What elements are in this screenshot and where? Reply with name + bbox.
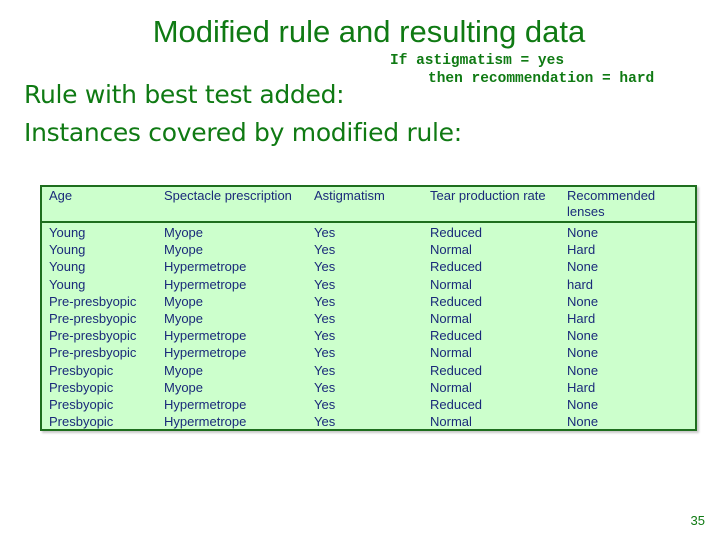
- cell-astigmatism: Yes: [314, 379, 336, 395]
- cell-age: Young: [49, 276, 86, 292]
- instances-table-container: Age Spectacle prescription Astigmatism T…: [40, 185, 697, 431]
- cell-tear-production-rate: Reduced: [430, 293, 483, 309]
- cell-astigmatism: Yes: [314, 259, 336, 275]
- cell-tear-production-rate: Normal: [430, 414, 472, 430]
- cell-astigmatism: Yes: [314, 345, 336, 361]
- cell-tear-production-rate: Reduced: [430, 259, 483, 275]
- cell-spectacle-prescription: Hypermetrope: [164, 259, 247, 275]
- cell-recommended-lenses: None: [567, 328, 599, 344]
- cell-recommended-lenses: Hard: [567, 379, 596, 395]
- cell-astigmatism: Yes: [314, 293, 336, 309]
- cell-age: Young: [49, 259, 86, 275]
- cell-spectacle-prescription: Hypermetrope: [164, 276, 247, 292]
- column-header-spectacle-prescription: Spectacle prescription: [164, 188, 292, 203]
- cell-spectacle-prescription: Myope: [164, 242, 204, 258]
- cell-astigmatism: Yes: [314, 397, 336, 413]
- rule-conclusion: then recommendation = hard: [428, 71, 655, 87]
- cell-tear-production-rate: Reduced: [430, 328, 483, 344]
- table-row: Young Hypermetrope Yes Normal hard: [42, 276, 695, 293]
- cell-astigmatism: Yes: [314, 362, 336, 378]
- table-row: Presbyopic Hypermetrope Yes Normal None: [42, 413, 695, 430]
- cell-astigmatism: Yes: [314, 328, 336, 344]
- table-row: Presbyopic Hypermetrope Yes Reduced None: [42, 396, 695, 413]
- column-header-astigmatism: Astigmatism: [314, 188, 385, 203]
- cell-astigmatism: Yes: [314, 242, 336, 258]
- table-row: Pre-presbyopic Myope Yes Normal Hard: [42, 310, 695, 327]
- heading-instances-covered: Instances covered by modified rule:: [24, 118, 462, 147]
- cell-age: Pre-presbyopic: [49, 328, 137, 344]
- cell-tear-production-rate: Reduced: [430, 397, 483, 413]
- cell-astigmatism: Yes: [314, 311, 336, 327]
- cell-recommended-lenses: None: [567, 293, 599, 309]
- cell-age: Pre-presbyopic: [49, 311, 137, 327]
- table-row: Young Hypermetrope Yes Reduced None: [42, 258, 695, 275]
- table-row: Presbyopic Myope Yes Reduced None: [42, 362, 695, 379]
- cell-tear-production-rate: Normal: [430, 276, 472, 292]
- cell-tear-production-rate: Normal: [430, 345, 472, 361]
- cell-spectacle-prescription: Hypermetrope: [164, 414, 247, 430]
- cell-recommended-lenses: Hard: [567, 311, 596, 327]
- page-number: 35: [690, 513, 705, 528]
- column-header-tear-production-rate: Tear production rate: [430, 188, 546, 203]
- cell-age: Young: [49, 225, 86, 240]
- cell-age: Presbyopic: [49, 379, 114, 395]
- cell-age: Presbyopic: [49, 362, 114, 378]
- cell-spectacle-prescription: Myope: [164, 311, 204, 327]
- cell-age: Pre-presbyopic: [49, 293, 137, 309]
- table-row: Pre-presbyopic Hypermetrope Yes Normal None: [42, 344, 695, 361]
- cell-spectacle-prescription: Myope: [164, 225, 204, 240]
- table-row: Pre-presbyopic Hypermetrope Yes Reduced None: [42, 327, 695, 344]
- cell-astigmatism: Yes: [314, 225, 336, 240]
- cell-spectacle-prescription: Myope: [164, 362, 204, 378]
- cell-astigmatism: Yes: [314, 414, 336, 430]
- cell-astigmatism: Yes: [314, 276, 336, 292]
- cell-recommended-lenses: None: [567, 345, 599, 361]
- cell-tear-production-rate: Reduced: [430, 225, 483, 240]
- cell-recommended-lenses: None: [567, 225, 599, 240]
- table-row: Young Myope Yes Normal Hard: [42, 241, 695, 258]
- cell-recommended-lenses: None: [567, 397, 599, 413]
- cell-spectacle-prescription: Hypermetrope: [164, 345, 247, 361]
- cell-spectacle-prescription: Hypermetrope: [164, 397, 247, 413]
- table-row: Pre-presbyopic Myope Yes Reduced None: [42, 293, 695, 310]
- cell-recommended-lenses: None: [567, 259, 599, 275]
- cell-tear-production-rate: Reduced: [430, 362, 483, 378]
- instances-table: Age Spectacle prescription Astigmatism T…: [42, 187, 695, 430]
- cell-spectacle-prescription: Myope: [164, 293, 204, 309]
- table-header-row: Age Spectacle prescription Astigmatism T…: [42, 187, 695, 223]
- cell-tear-production-rate: Normal: [430, 379, 472, 395]
- table-row: Presbyopic Myope Yes Normal Hard: [42, 379, 695, 396]
- cell-age: Presbyopic: [49, 414, 114, 430]
- rule-condition: If astigmatism = yes: [390, 53, 565, 69]
- cell-recommended-lenses: None: [567, 414, 599, 430]
- cell-recommended-lenses: Hard: [567, 242, 596, 258]
- cell-tear-production-rate: Normal: [430, 311, 472, 327]
- cell-recommended-lenses: None: [567, 362, 599, 378]
- table-row: Young Myope Yes Reduced None: [42, 223, 695, 241]
- cell-age: Pre-presbyopic: [49, 345, 137, 361]
- rule-text: If astigmatism = yes then recommendation …: [390, 52, 654, 88]
- cell-age: Presbyopic: [49, 397, 114, 413]
- heading-rule-added: Rule with best test added:: [24, 80, 345, 109]
- column-header-age: Age: [49, 188, 73, 203]
- cell-spectacle-prescription: Hypermetrope: [164, 328, 247, 344]
- slide-title: Modified rule and resulting data: [152, 14, 586, 49]
- cell-spectacle-prescription: Myope: [164, 379, 204, 395]
- cell-tear-production-rate: Normal: [430, 242, 472, 258]
- cell-recommended-lenses: hard: [567, 276, 594, 292]
- cell-age: Young: [49, 242, 86, 258]
- column-header-recommended-lenses: Recommended lenses: [567, 188, 656, 219]
